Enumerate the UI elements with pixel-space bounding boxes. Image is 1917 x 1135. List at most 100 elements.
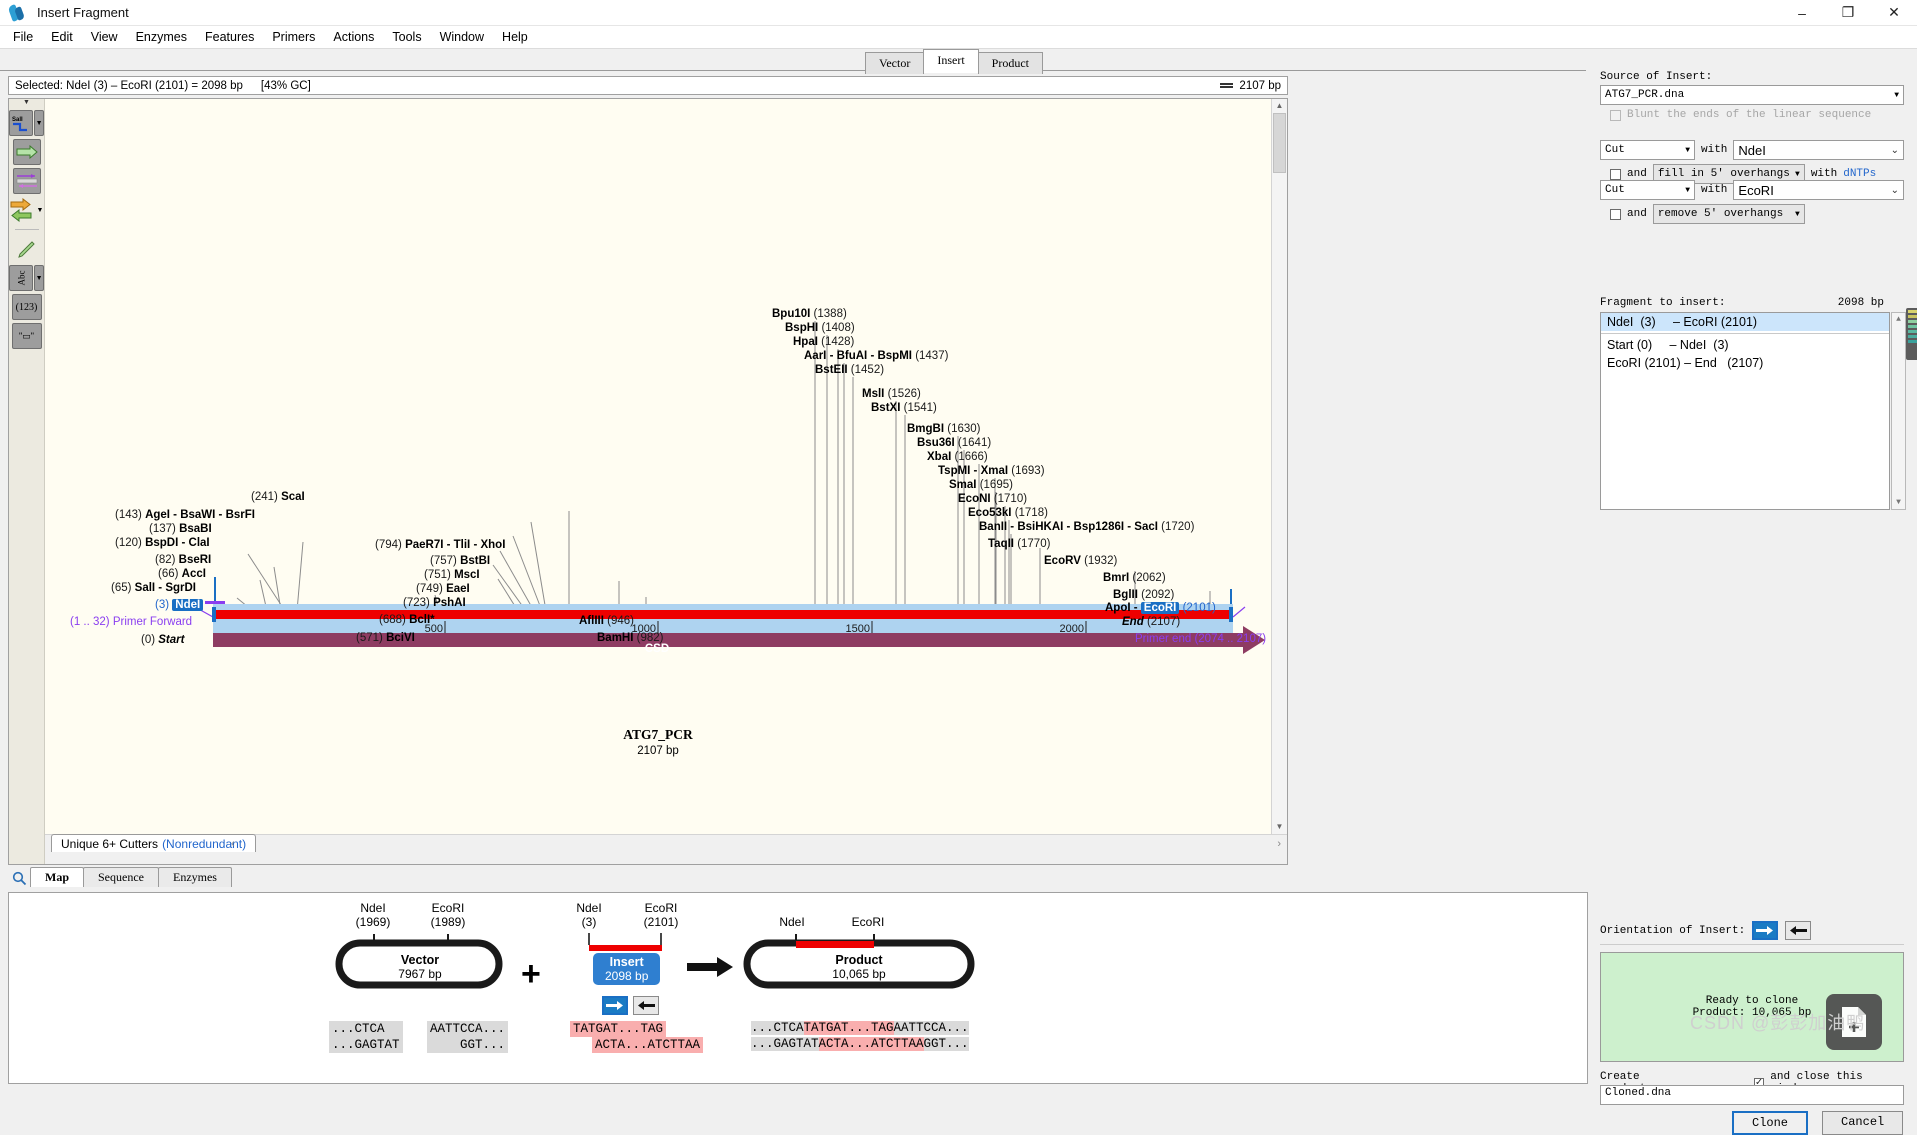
- text-tool-dropdown[interactable]: ▼: [34, 265, 44, 291]
- enzyme-label-smai[interactable]: SmaI (1695): [949, 479, 1013, 491]
- toolbar-collapse-caret-icon[interactable]: ▼: [9, 99, 44, 107]
- ruler-tool-button[interactable]: "▭": [11, 323, 42, 349]
- enzyme-label-bsabi[interactable]: (137) BsaBI: [149, 523, 212, 535]
- orientation-forward-button[interactable]: [1752, 921, 1779, 940]
- insert-orientation-reverse-button[interactable]: [633, 996, 659, 1015]
- primer-end-label[interactable]: Primer end (2074 .. 2107): [1135, 633, 1266, 645]
- enzyme-label-msci[interactable]: (751) MscI: [424, 569, 480, 581]
- tab-sequence[interactable]: Sequence: [83, 867, 159, 887]
- enzyme-label-ndei[interactable]: (3) NdeI: [155, 599, 204, 611]
- highlight-pen-tool-button[interactable]: [13, 236, 41, 262]
- map-vertical-scrollbar[interactable]: ▲ ▼: [1271, 99, 1287, 834]
- enzyme-label-bsteii[interactable]: BstEII (1452): [815, 364, 884, 376]
- enzyme-label-sali[interactable]: (65) SalI - SgrDI: [111, 582, 196, 594]
- enzyme-label-eco53ki[interactable]: Eco53kI (1718): [968, 507, 1048, 519]
- enzyme-label-ecorv[interactable]: EcoRV (1932): [1044, 555, 1117, 567]
- minimize-button[interactable]: –: [1779, 0, 1825, 26]
- tab-insert[interactable]: Insert: [923, 49, 979, 73]
- start-label[interactable]: (0) Start: [141, 634, 184, 646]
- enzyme-label-tspmi[interactable]: TspMI - XmaI (1693): [938, 465, 1045, 477]
- enzyme-label-bsu36i[interactable]: Bsu36I (1641): [917, 437, 991, 449]
- orientation-tool-button[interactable]: [9, 197, 35, 223]
- enzyme-label-ecori[interactable]: ApoI - EcoRI (2101): [1105, 602, 1216, 614]
- tab-product[interactable]: Product: [977, 52, 1043, 74]
- enzyme-label-acci[interactable]: (66) AccI: [158, 568, 206, 580]
- fragment-list[interactable]: NdeI (3) – EcoRI (2101) Start (0) – NdeI…: [1600, 312, 1890, 510]
- cancel-button[interactable]: Cancel: [1822, 1111, 1904, 1135]
- enzyme-label-bamhi[interactable]: BamHI (982): [597, 632, 664, 644]
- cut-1-modifier-checkbox[interactable]: [1610, 168, 1621, 180]
- map-canvas[interactable]: 500 1000 1500 2000 CSD (241) ScaI (143) …: [45, 99, 1271, 834]
- cut-2-modifier-checkbox[interactable]: [1610, 208, 1621, 220]
- enzyme-label-xbai[interactable]: XbaI (1666): [927, 451, 988, 463]
- fragment-row-start[interactable]: Start (0) – NdeI (3): [1601, 336, 1889, 354]
- tab-vector[interactable]: Vector: [865, 52, 925, 74]
- dntps-link[interactable]: dNTPs: [1843, 168, 1876, 180]
- menu-actions[interactable]: Actions: [324, 27, 383, 47]
- enzyme-label-reconi[interactable]: EcoNI (1710): [958, 493, 1027, 505]
- search-icon[interactable]: [8, 869, 30, 887]
- enzyme-label-hpai[interactable]: HpaI (1428): [793, 336, 854, 348]
- enzyme-label-pshai[interactable]: (723) PshAI: [403, 597, 466, 609]
- text-tool-button[interactable]: Abc: [9, 265, 34, 291]
- scroll-right-icon[interactable]: ›: [1277, 838, 1281, 850]
- enzyme-label-afliii[interactable]: AflIII (946): [579, 615, 634, 627]
- cut-2-action-select[interactable]: Cut ▼: [1600, 180, 1695, 200]
- end-label[interactable]: End (2107): [1122, 616, 1180, 628]
- enzyme-label-bcli[interactable]: (688) BclI*: [379, 614, 435, 626]
- insert-orientation-forward-button[interactable]: [602, 996, 628, 1015]
- menu-file[interactable]: File: [4, 27, 42, 47]
- enzyme-label-banii[interactable]: BanII - BsiHKAI - Bsp1286I - SacI (1720): [979, 521, 1194, 533]
- enzyme-label-bspdi[interactable]: (120) BspDI - ClaI: [115, 537, 210, 549]
- menu-edit[interactable]: Edit: [42, 27, 82, 47]
- enzyme-label-paer7i[interactable]: (794) PaeR7I - TliI - XhoI: [375, 539, 505, 551]
- enzyme-label-bpu10i[interactable]: Bpu10I (1388): [772, 308, 847, 320]
- feature-arrow-tool-button[interactable]: [12, 139, 41, 165]
- menu-features[interactable]: Features: [196, 27, 263, 47]
- scroll-down-icon[interactable]: ▼: [1892, 496, 1905, 509]
- source-of-insert-select[interactable]: ATG7_PCR.dna ▼: [1600, 85, 1904, 105]
- orientation-reverse-button[interactable]: [1785, 921, 1812, 940]
- enzyme-label-msli[interactable]: MslI (1526): [862, 388, 921, 400]
- enzyme-label-bsphi[interactable]: BspHI (1408): [785, 322, 855, 334]
- scroll-down-icon[interactable]: ▼: [1272, 820, 1287, 834]
- scroll-up-icon[interactable]: ▲: [1892, 313, 1905, 326]
- maximize-button[interactable]: ❐: [1825, 0, 1871, 26]
- cut-2-enzyme-select[interactable]: EcoRI ⌄: [1733, 180, 1904, 200]
- menu-enzymes[interactable]: Enzymes: [127, 27, 196, 47]
- enzyme-label-bglii[interactable]: BglII (2092): [1113, 589, 1174, 601]
- enzyme-label-eaei[interactable]: (749) EaeI: [416, 583, 470, 595]
- menu-view[interactable]: View: [82, 27, 127, 47]
- enzyme-label-scai[interactable]: (241) ScaI: [251, 491, 305, 503]
- scroll-up-icon[interactable]: ▲: [1272, 99, 1287, 113]
- fragment-row-selected[interactable]: NdeI (3) – EcoRI (2101): [1601, 313, 1889, 331]
- enzyme-label-bcivi[interactable]: (571) BciVI: [356, 632, 415, 644]
- enzyme-label-bseri[interactable]: (82) BseRI: [155, 554, 211, 566]
- menu-tools[interactable]: Tools: [383, 27, 430, 47]
- menu-window[interactable]: Window: [431, 27, 493, 47]
- enzyme-label-bmgbi[interactable]: BmgBI (1630): [907, 423, 981, 435]
- enzyme-label-bstbi[interactable]: (757) BstBI: [430, 555, 490, 567]
- product-filename-input[interactable]: Cloned.dna: [1600, 1085, 1904, 1105]
- enzyme-label-agei[interactable]: (143) AgeI - BsaWI - BsrFI: [115, 509, 255, 521]
- primer-tool-button[interactable]: [12, 168, 41, 194]
- blunt-ends-checkbox[interactable]: [1610, 109, 1621, 121]
- tab-map[interactable]: Map: [30, 867, 84, 887]
- enzyme-tool-dropdown[interactable]: ▼: [34, 110, 44, 136]
- orientation-tool-dropdown[interactable]: ▼: [36, 197, 44, 223]
- enzyme-label-aari[interactable]: AarI - BfuAI - BspMI (1437): [804, 350, 948, 362]
- cut-2-modifier-select[interactable]: remove 5' overhangs ▼: [1652, 204, 1805, 224]
- blunt-ends-checkbox-row[interactable]: Blunt the ends of the linear sequence: [1610, 109, 1871, 121]
- tab-enzymes[interactable]: Enzymes: [157, 867, 232, 887]
- enzyme-label-taqii[interactable]: TaqII (1770): [988, 538, 1050, 550]
- scroll-left-icon[interactable]: ‹: [231, 838, 235, 850]
- enzyme-tool-button[interactable]: SalI: [9, 110, 34, 136]
- cut-1-enzyme-select[interactable]: NdeI ⌄: [1733, 140, 1904, 160]
- zoom-slider[interactable]: [1906, 308, 1917, 360]
- enzyme-label-bstxi[interactable]: BstXI (1541): [871, 402, 937, 414]
- fragment-list-scrollbar[interactable]: ▲ ▼: [1891, 312, 1906, 510]
- menu-help[interactable]: Help: [493, 27, 537, 47]
- cutter-filter-tab[interactable]: Unique 6+ Cutters (Nonredundant): [51, 834, 257, 852]
- scroll-thumb[interactable]: [1273, 113, 1286, 173]
- fragment-row-end[interactable]: EcoRI (2101) – End (2107): [1601, 354, 1889, 372]
